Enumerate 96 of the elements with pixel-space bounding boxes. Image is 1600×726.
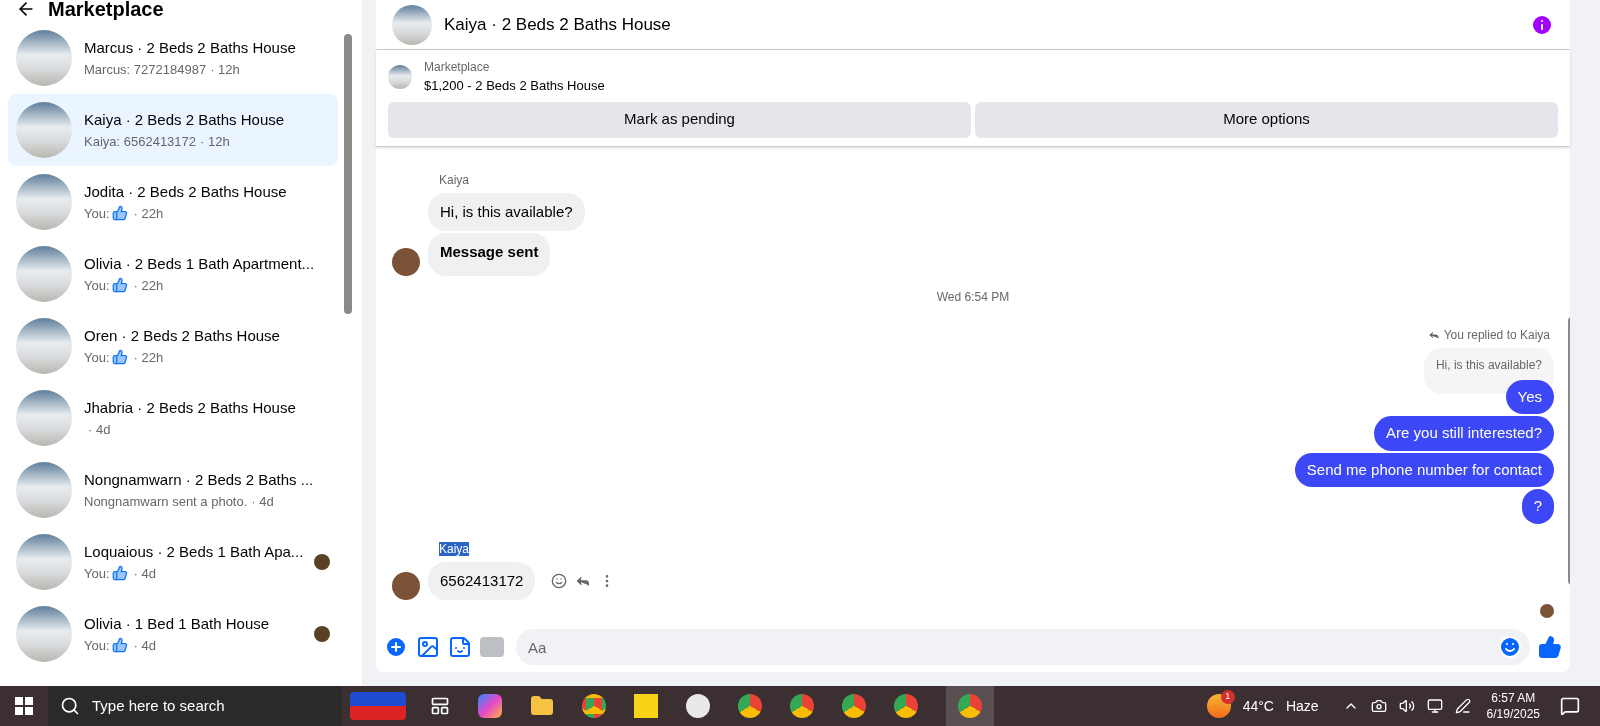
message-bubble: ? [1521,489,1554,524]
message-preview: Nongnamwarn sent a photo. [84,492,248,511]
temperature: 44°C [1242,696,1274,716]
like-icon [111,205,128,222]
conversation-title: Marcus · 2 Beds 2 Baths House [84,38,297,58]
notification-badge: 1 [1220,690,1235,704]
conversation-item[interactable]: Loquaious · 2 Beds 1 Bath Apa... You: · 4d [8,526,338,598]
message-bubble: Send me phone number for contact [1294,452,1554,487]
listing-photo [16,318,72,374]
camera-icon[interactable] [1370,698,1387,714]
listing-photo [16,30,72,86]
message-bubble: 6562413172 [428,561,536,600]
listing-photo [16,390,72,446]
message-time: · 4d [251,492,274,511]
conversation-item[interactable]: Jodita · 2 Beds 2 Baths House You: · 22h [8,166,338,238]
message-time: · 22h [133,348,164,367]
message-time: · 4d [133,564,156,583]
like-icon[interactable] [1538,635,1562,659]
sidebar-title: Marketplace [48,0,164,22]
taskbar-app-button[interactable] [946,686,994,726]
like-icon [111,349,128,366]
like-icon [111,565,128,582]
pen-icon[interactable] [1454,698,1471,714]
clock-time: 6:57 AM [1491,690,1536,706]
sender-name: Kaiya [439,541,470,556]
weather-icon[interactable] [1206,694,1231,718]
conversation-title: Oren · 2 Beds 2 Baths House [84,326,281,346]
conversation-item[interactable]: Marcus · 2 Beds 2 Baths House Marcus: 7272184987 · 12h [8,22,338,94]
listing-photo [16,102,72,158]
clock-date: 6/19/2025 [1486,706,1540,722]
message-preview: Kaiya: 6562413172 [84,132,197,151]
timestamp: Wed 6:54 PM [936,288,1010,306]
message-preview: You: [84,348,110,367]
reply-note: You replied to Kaiya [1443,326,1550,344]
browser-icon[interactable] [842,694,866,718]
browser-icon[interactable] [738,694,762,718]
message-preview: You: [84,636,110,655]
conversation-item[interactable]: Nongnamwarn · 2 Beds 2 Baths ... Nongnamwarn sent a photo. · 4d [8,454,338,526]
search-icon [60,696,80,716]
conversation-title: Kaiya · 2 Beds 2 Baths House [84,110,286,130]
message-bubble: Message sent [428,233,551,276]
conversation-title: Nongnamwarn · 2 Beds 2 Baths ... [84,470,315,490]
weather-condition: Haze [1285,696,1319,716]
conversation-title: Olivia · 2 Beds 1 Bath Apartment... [84,254,316,274]
listing-name[interactable]: $1,200 - 2 Beds 2 Baths House [424,76,605,96]
message-time: · 4d [133,636,156,655]
like-icon [111,637,128,654]
message-time: · 12h [210,60,240,79]
react-icon[interactable] [551,572,568,589]
scrollbar[interactable] [344,34,352,314]
listing-action-button[interactable]: More options [975,101,1558,138]
message-bubble: Are you still interested? [1374,416,1554,451]
sender-name: Kaiya [439,172,470,187]
sticker-icon[interactable] [448,635,472,659]
listing-photo [388,64,412,89]
message-preview: You: [84,204,110,223]
listing-photo [16,246,72,302]
taskbar-search-field[interactable]: Type here to search [48,686,342,726]
listing-photo [16,534,72,590]
listing-photo [16,174,72,230]
volume-icon[interactable] [1398,698,1415,714]
browser-icon[interactable] [582,694,606,718]
listing-photo [16,606,72,662]
message-preview: You: [84,564,110,583]
message-preview: Marcus: 7272184987 [84,60,207,79]
chat-title: Kaiya · 2 Beds 2 Baths House [444,13,672,36]
conversation-title: Jodita · 2 Beds 2 Baths House [84,182,288,202]
message-time: · 22h [133,276,164,295]
network-icon[interactable] [1426,698,1443,714]
notifications-icon[interactable] [1560,696,1580,716]
add-icon[interactable] [384,635,408,659]
message-bubble: Hi, is this available? [428,192,585,231]
conversation-item[interactable]: Kaiya · 2 Beds 2 Baths House Kaiya: 6562413172 · 12h [8,94,338,166]
message-field[interactable]: Aa [516,629,1530,665]
conversation-title: Loquaious · 2 Beds 1 Bath Apa... [84,542,302,562]
like-icon [111,277,128,294]
seen-avatar [1540,604,1554,618]
folder-icon[interactable] [530,694,554,718]
message-time: · 12h [200,132,230,151]
message-preview: You: [84,276,110,295]
conversation-title: Olivia · 1 Bed 1 Bath House [84,614,271,634]
conversation-item[interactable]: Jhabria · 2 Beds 2 Baths House · 4d [8,382,338,454]
listing-photo [392,4,432,45]
message-time: · 4d [88,420,111,439]
listing-photo [16,462,72,518]
message-time: · 22h [133,204,164,223]
conversation-title: Jhabria · 2 Beds 2 Baths House [84,398,297,418]
task-view-icon[interactable] [430,696,450,716]
browser-icon[interactable] [790,694,814,718]
listing-action-button[interactable]: Mark as pending [388,101,971,138]
conversation-item[interactable]: Olivia · 1 Bed 1 Bath House You: · 4d [8,598,338,670]
browser-icon[interactable] [894,694,918,718]
photo-icon[interactable] [416,635,440,659]
conversation-item[interactable]: Olivia · 2 Beds 1 Bath Apartment... You: · 22h [8,238,338,310]
conversation-item[interactable]: Oren · 2 Beds 2 Baths House You: · 22h [8,310,338,382]
listing-label: Marketplace [424,59,491,76]
